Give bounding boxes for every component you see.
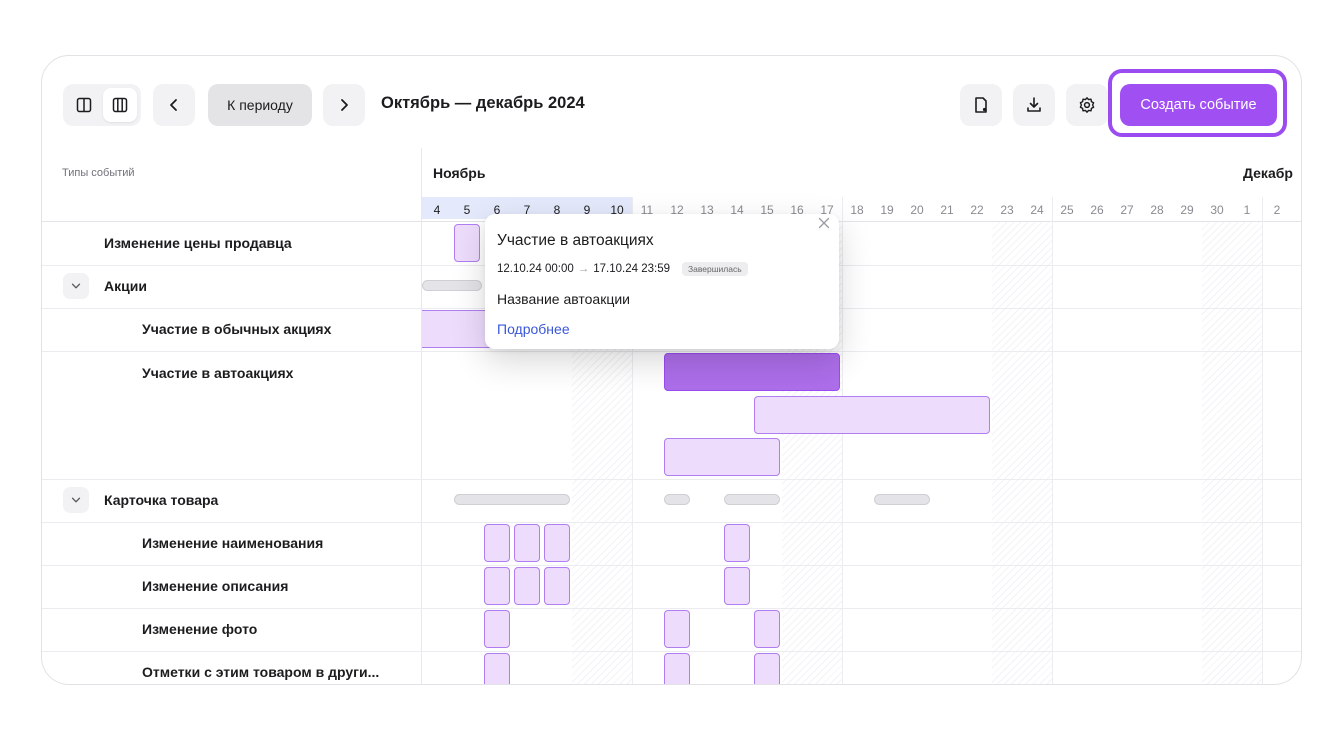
- download-button[interactable]: [1013, 84, 1055, 126]
- event-description-change[interactable]: [724, 567, 750, 605]
- row-label-promotions: Акции: [104, 278, 147, 294]
- event-description-change[interactable]: [484, 567, 510, 605]
- collapse-product-card-button[interactable]: [63, 487, 89, 513]
- chevron-right-icon: [341, 99, 348, 111]
- row-label-regular-promotions: Участие в обычных акциях: [142, 321, 332, 337]
- day-label: 5: [463, 203, 471, 217]
- event-photo-change[interactable]: [754, 610, 780, 648]
- event-auto-promotion[interactable]: [754, 396, 990, 434]
- row-label-mentions: Отметки с этим товаром в други...: [142, 664, 380, 680]
- export-document-button[interactable]: [960, 84, 1002, 126]
- three-columns-icon: [112, 97, 128, 113]
- day-label: 25: [1060, 203, 1074, 217]
- popover-dates: 12.10.24 00:00 → 17.10.24 23:59 Завершил…: [497, 262, 748, 276]
- popover-end-date: 17.10.24 23:59: [593, 263, 670, 275]
- row-divider: [42, 565, 1301, 566]
- view-toggle: [63, 84, 141, 126]
- row-divider: [42, 608, 1301, 609]
- event-photo-change[interactable]: [484, 610, 510, 648]
- day-label: 28: [1150, 203, 1164, 217]
- create-event-button[interactable]: Создать событие: [1120, 84, 1277, 126]
- row-label-photo-change: Изменение фото: [142, 621, 258, 637]
- three-columns-view-button[interactable]: [103, 88, 137, 122]
- week-divider: [1262, 197, 1263, 684]
- week-divider: [842, 197, 843, 684]
- row-divider: [42, 522, 1301, 523]
- day-label: 4: [433, 203, 441, 217]
- row-divider: [42, 479, 1301, 480]
- row-label-product-card: Карточка товара: [104, 492, 219, 508]
- row-divider: [42, 351, 1301, 352]
- next-period-button[interactable]: [323, 84, 365, 126]
- previous-period-button[interactable]: [153, 84, 195, 126]
- row-label-seller-price: Изменение цены продавца: [104, 235, 292, 251]
- popover-details-link[interactable]: Подробнее: [497, 321, 570, 337]
- month-december: Декабр: [1243, 165, 1293, 181]
- day-label: 24: [1030, 203, 1044, 217]
- row-label-name-change: Изменение наименования: [142, 535, 324, 551]
- day-label: 30: [1210, 203, 1224, 217]
- status-badge: Завершилась: [682, 262, 748, 276]
- summary-bar-product-card: [454, 494, 570, 505]
- event-name-change[interactable]: [514, 524, 540, 562]
- event-name-change[interactable]: [724, 524, 750, 562]
- event-name-change[interactable]: [484, 524, 510, 562]
- left-divider: [421, 148, 422, 684]
- day-label: 29: [1180, 203, 1194, 217]
- close-popover-button[interactable]: [815, 214, 833, 232]
- two-columns-view-button[interactable]: [67, 88, 101, 122]
- summary-bar-product-card: [724, 494, 780, 505]
- collapse-promotions-button[interactable]: [63, 273, 89, 299]
- event-photo-change[interactable]: [664, 610, 690, 648]
- event-name-change[interactable]: [544, 524, 570, 562]
- settings-button[interactable]: [1066, 84, 1108, 126]
- day-label: 22: [970, 203, 984, 217]
- day-label: 2: [1273, 203, 1281, 217]
- event-mention[interactable]: [754, 653, 780, 684]
- event-mention[interactable]: [484, 653, 510, 684]
- week-divider: [1052, 197, 1053, 684]
- chevron-down-icon: [71, 283, 81, 289]
- day-label: 23: [1000, 203, 1014, 217]
- weekend-column: [992, 222, 1052, 684]
- day-label: 26: [1090, 203, 1104, 217]
- row-label-auto-promotions: Участие в автоакциях: [142, 365, 294, 381]
- event-price-change[interactable]: [454, 224, 480, 262]
- popover-start-date: 12.10.24 00:00: [497, 263, 574, 275]
- summary-bar-promotions: [422, 280, 482, 291]
- calendar-panel: К периоду Октябрь — декабрь 2024 Создать…: [41, 55, 1302, 685]
- row-label-description-change: Изменение описания: [142, 578, 289, 594]
- event-auto-promotion[interactable]: [664, 438, 780, 476]
- summary-bar-product-card: [874, 494, 930, 505]
- popover-promotion-name: Название автоакции: [497, 291, 630, 307]
- month-november: Ноябрь: [433, 165, 486, 181]
- day-label: 1: [1243, 203, 1251, 217]
- event-types-header: Типы событий: [62, 167, 135, 179]
- weekend-column: [1202, 222, 1262, 684]
- row-divider: [42, 651, 1301, 652]
- day-label: 27: [1120, 203, 1134, 217]
- event-mention[interactable]: [664, 653, 690, 684]
- download-icon: [1027, 97, 1041, 112]
- day-label: 19: [880, 203, 894, 217]
- event-description-change[interactable]: [544, 567, 570, 605]
- arrow-right-icon: →: [577, 263, 590, 275]
- gear-icon: [1079, 97, 1095, 113]
- day-label: 21: [940, 203, 954, 217]
- event-auto-promotion-selected[interactable]: [664, 353, 840, 391]
- day-label: 20: [910, 203, 924, 217]
- period-title: Октябрь — декабрь 2024: [381, 94, 585, 112]
- chevron-left-icon: [170, 99, 177, 111]
- close-icon: [818, 217, 830, 229]
- event-popover: Участие в автоакциях 12.10.24 00:00 → 17…: [485, 214, 839, 349]
- popover-title: Участие в автоакциях: [497, 232, 654, 249]
- event-description-change[interactable]: [514, 567, 540, 605]
- day-label: 18: [850, 203, 864, 217]
- chevron-down-icon: [71, 497, 81, 503]
- to-period-button[interactable]: К периоду: [208, 84, 312, 126]
- document-icon: [975, 97, 987, 113]
- two-columns-icon: [76, 97, 92, 113]
- summary-bar-product-card: [664, 494, 690, 505]
